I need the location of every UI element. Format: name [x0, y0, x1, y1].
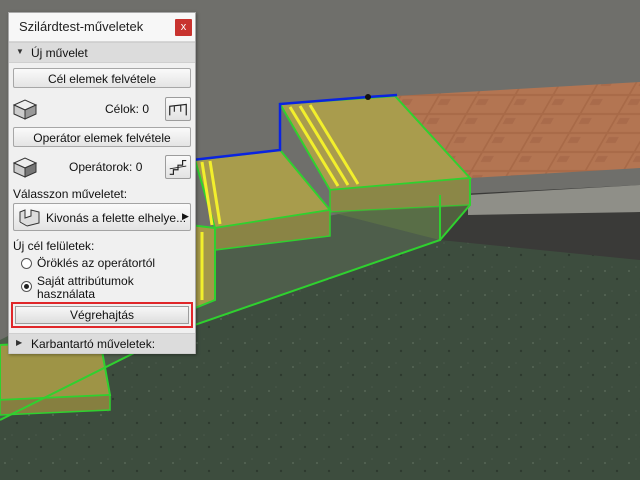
- operators-count: Operátorok: 0: [69, 160, 143, 174]
- execute-highlight: Végrehajtás: [11, 302, 193, 328]
- choose-operation-label: Válasszon műveletet:: [13, 187, 128, 201]
- stair-pick-icon[interactable]: [165, 97, 191, 121]
- operation-select[interactable]: Kivonás a felette elhelye... ▶: [13, 203, 191, 231]
- new-surfaces-label: Új cél felületek:: [13, 239, 95, 253]
- palette-title: Szilárdtest-műveletek: [19, 19, 144, 34]
- pick-targets-button[interactable]: Cél elemek felvétele: [13, 68, 191, 88]
- execute-button[interactable]: Végrehajtás: [15, 306, 189, 324]
- targets-count: Célok: 0: [105, 102, 150, 116]
- maintenance-section-header[interactable]: ▶ Karbantartó műveletek:: [9, 333, 195, 354]
- new-operation-section-header[interactable]: ▼ Új művelet: [9, 42, 195, 63]
- expand-triangle-icon: ▶: [16, 338, 23, 347]
- close-button[interactable]: x: [175, 19, 192, 36]
- new-operation-label: Új művelet: [31, 46, 88, 60]
- box-operator-icon: [12, 157, 38, 178]
- chevron-right-icon: ▶: [182, 211, 189, 221]
- subtract-operation-icon: [19, 209, 40, 227]
- radio-own-attributes[interactable]: [21, 281, 32, 292]
- collapse-triangle-icon: ▼: [16, 47, 24, 56]
- pick-operators-button[interactable]: Operátor elemek felvétele: [13, 127, 191, 147]
- radio-inherit[interactable]: [21, 258, 32, 269]
- solid-operations-palette: Szilárdtest-műveletek x ▼ Új művelet Cél…: [8, 12, 196, 354]
- stair-pick-icon[interactable]: [165, 155, 191, 179]
- palette-titlebar[interactable]: Szilárdtest-műveletek x: [9, 13, 195, 42]
- radio-own-label-line1[interactable]: Saját attribútumok: [37, 274, 134, 288]
- box-target-icon: [12, 99, 38, 120]
- maintenance-label: Karbantartó műveletek:: [31, 337, 156, 351]
- radio-own-label-line2[interactable]: használata: [37, 287, 95, 301]
- vertex-marker[interactable]: [365, 94, 371, 100]
- operation-select-value: Kivonás a felette elhelye...: [46, 211, 187, 225]
- radio-inherit-label[interactable]: Öröklés az operátortól: [37, 256, 155, 270]
